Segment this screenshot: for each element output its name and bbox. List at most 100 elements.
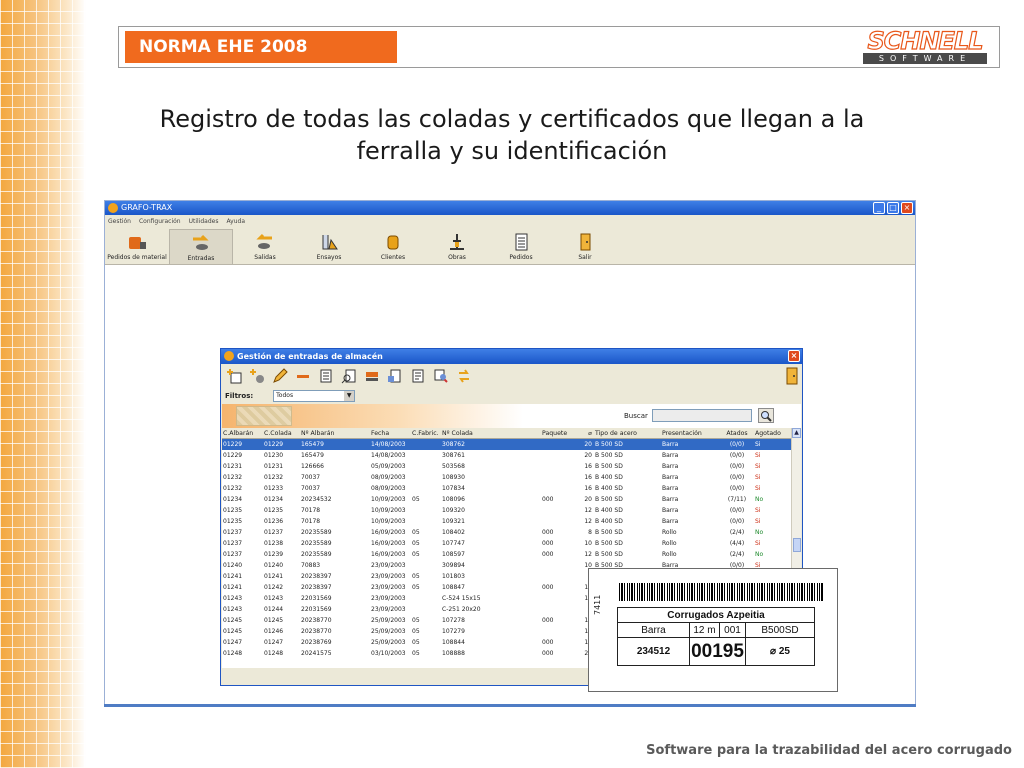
search-label: Buscar — [624, 412, 648, 420]
dialog-close-icon[interactable]: × — [788, 350, 800, 362]
search-input[interactable] — [652, 409, 752, 422]
table-row[interactable]: 01232 01232 70037 08/09/2003 108930 16 B 400 S… — [222, 472, 801, 483]
edit-pencil-icon[interactable] — [271, 367, 289, 385]
table-cell: B 400 SD — [595, 518, 623, 525]
certificate-icon[interactable] — [432, 367, 450, 385]
column-header-10[interactable]: Atados — [719, 428, 754, 438]
table-cell: 108847 — [442, 584, 465, 591]
slide-footer: Software para la trazabilidad del acero … — [646, 743, 1012, 758]
table-cell — [541, 604, 579, 615]
table-row[interactable]: 01235 01236 70178 10/09/2003 109321 12 B 400 S… — [222, 516, 801, 527]
dialog-logo-icon — [224, 351, 234, 361]
table-cell: 70037 — [301, 474, 321, 481]
table-cell: 01233 — [264, 485, 284, 492]
table-cell: 16/09/2003 — [371, 540, 406, 547]
table-cell: 8 — [588, 529, 592, 536]
chevron-down-icon[interactable]: ▼ — [344, 391, 355, 401]
column-header-0[interactable]: C.Albarán — [222, 428, 263, 438]
ticket-icon[interactable] — [363, 367, 381, 385]
table-row[interactable]: 01237 01239 20235589 16/09/2003 05 108597 000 1… — [222, 549, 801, 560]
column-header-9[interactable]: Presentación — [661, 428, 719, 438]
table-cell: 01235 — [264, 507, 284, 514]
table-cell: 20238397 — [301, 584, 332, 591]
column-header-7[interactable]: ⌀ — [579, 428, 594, 438]
table-cell: B 500 SD — [595, 540, 623, 547]
search-document-icon[interactable] — [340, 367, 358, 385]
entradas-icon — [170, 233, 232, 253]
table-cell: 000 — [542, 551, 554, 558]
column-header-8[interactable]: Tipo de acero — [594, 428, 661, 438]
table-row[interactable]: 01231 01231 126666 05/09/2003 503568 16 B 500 … — [222, 461, 801, 472]
salidas-icon — [233, 232, 297, 252]
toolbar-button-0[interactable]: Pedidos de material — [105, 229, 169, 265]
table-cell: 01240 — [264, 562, 284, 569]
menu-item-0[interactable]: Gestión — [108, 215, 131, 229]
tag-company: Corrugados Azpeitia — [617, 607, 815, 623]
column-header-5[interactable]: Nº Colada — [441, 428, 541, 438]
clientes-icon — [361, 232, 425, 252]
search-icon — [761, 410, 772, 422]
table-cell: Si — [755, 485, 761, 492]
filters-bar: Filtros: Todos ▼ — [221, 388, 802, 404]
table-cell — [411, 439, 441, 450]
close-icon[interactable]: × — [901, 202, 913, 214]
table-cell: 165479 — [301, 441, 324, 448]
column-header-4[interactable]: C.Fabric. — [411, 428, 441, 438]
dialog-titlebar: Gestión de entradas de almacén × — [221, 349, 802, 364]
table-cell: 20238397 — [301, 573, 332, 580]
table-cell: 23/09/2003 — [371, 595, 406, 602]
toolbar-label: Obras — [448, 254, 466, 261]
column-header-6[interactable]: Paquete — [541, 428, 579, 438]
minimize-icon[interactable]: _ — [873, 202, 885, 214]
document-icon[interactable] — [317, 367, 335, 385]
toolbar-button-6[interactable]: Pedidos — [489, 229, 553, 265]
new-entry-icon[interactable] — [225, 367, 243, 385]
table-row[interactable]: 01229 01229 165479 14/08/2003 308762 20 B 500 … — [222, 439, 801, 450]
table-row[interactable]: 01234 01234 20234532 10/09/2003 05 108096 000 2… — [222, 494, 801, 505]
table-cell: 107747 — [442, 540, 465, 547]
scroll-thumb[interactable] — [793, 538, 801, 552]
scroll-up-icon[interactable]: ▲ — [792, 428, 801, 438]
table-cell — [541, 439, 579, 450]
table-cell — [541, 461, 579, 472]
toolbar-button-3[interactable]: Ensayos — [297, 229, 361, 265]
toolbar-button-4[interactable]: Clientes — [361, 229, 425, 265]
filters-label: Filtros: — [225, 392, 254, 400]
menu-item-1[interactable]: Configuración — [139, 215, 181, 229]
table-cell: Si — [755, 518, 761, 525]
toolbar-button-5[interactable]: Obras — [425, 229, 489, 265]
menu-item-3[interactable]: Ayuda — [226, 215, 245, 229]
table-row[interactable]: 01237 01238 20235589 16/09/2003 05 107747 000 1… — [222, 538, 801, 549]
maximize-icon[interactable]: □ — [887, 202, 899, 214]
table-row[interactable]: 01237 01237 20235589 16/09/2003 05 108402 000 8… — [222, 527, 801, 538]
column-header-2[interactable]: Nº Albarán — [300, 428, 370, 438]
delete-minus-icon[interactable] — [294, 367, 312, 385]
toolbar-button-1[interactable]: Entradas — [169, 229, 233, 265]
table-cell: 05 — [412, 551, 420, 558]
table-cell: 107279 — [442, 628, 465, 635]
table-cell: 01231 — [223, 463, 243, 470]
dialog-exit-door-icon[interactable] — [786, 367, 798, 389]
table-cell — [541, 571, 579, 582]
table-cell: 22031569 — [301, 606, 332, 613]
print-list-icon[interactable] — [386, 367, 404, 385]
table-row[interactable]: 01232 01233 70037 08/09/2003 107834 16 B 400 S… — [222, 483, 801, 494]
column-header-3[interactable]: Fecha — [370, 428, 411, 438]
table-cell: 20241575 — [301, 650, 332, 657]
report-icon[interactable] — [409, 367, 427, 385]
table-row[interactable]: 01229 01230 165479 14/08/2003 308761 20 B 500 … — [222, 450, 801, 461]
table-cell: 000 — [542, 529, 554, 536]
table-cell: 01238 — [264, 540, 284, 547]
toolbar-button-7[interactable]: Salir — [553, 229, 617, 265]
column-header-11[interactable]: Agotado — [754, 428, 784, 438]
column-header-1[interactable]: C.Colada — [263, 428, 300, 438]
toolbar-button-2[interactable]: Salidas — [233, 229, 297, 265]
filter-select[interactable]: Todos ▼ — [273, 390, 356, 402]
table-cell: 10 — [584, 540, 592, 547]
new-batch-icon[interactable] — [248, 367, 266, 385]
table-row[interactable]: 01235 01235 70178 10/09/2003 109320 12 B 400 S… — [222, 505, 801, 516]
search-button[interactable] — [758, 408, 774, 423]
transfer-icon[interactable] — [455, 367, 473, 385]
menu-item-2[interactable]: Utilidades — [189, 215, 219, 229]
table-cell: 16/09/2003 — [371, 551, 406, 558]
